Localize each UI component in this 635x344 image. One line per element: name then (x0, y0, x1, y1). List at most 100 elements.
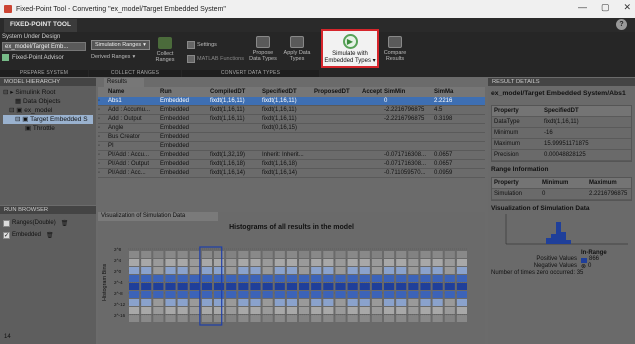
table-cell (260, 133, 312, 141)
histogram-bin (444, 307, 455, 314)
column-header[interactable]: ProposedDT (312, 87, 360, 97)
collect-ranges-button[interactable]: Collect Ranges (152, 37, 178, 63)
settings-button[interactable]: Settings (187, 41, 217, 49)
tree-item-ex-model[interactable]: ⊟ ▣ ex_model (3, 106, 93, 115)
histogram-bin (262, 307, 273, 314)
table-row[interactable]: ◦ Add : Accumu... Embedded fixdt(1,16,11) fi… (98, 106, 485, 115)
propose-data-types-button[interactable]: Propose Data Types (248, 36, 278, 62)
histogram-bin (323, 315, 334, 322)
table-row[interactable]: ◦ PI/Add : Accu... Embedded fixdt(1,32,19) I… (98, 151, 485, 160)
histogram-bin (432, 251, 443, 258)
simulation-ranges-select[interactable]: Simulation Ranges ▾ (91, 40, 150, 50)
trash-icon[interactable]: 🗑 (61, 220, 69, 227)
trash-icon[interactable]: 🗑 (46, 232, 54, 239)
model-hierarchy-title: MODEL HIERARCHY (0, 78, 96, 86)
histogram-bin (420, 275, 431, 282)
range-key: Simulation (494, 191, 523, 197)
derived-ranges-button[interactable]: Derived Ranges ▾ (91, 54, 135, 60)
compare-results-button[interactable]: Compare Results (382, 36, 408, 62)
checkbox[interactable] (3, 219, 10, 227)
histogram-bin (311, 315, 322, 322)
histogram-bin (226, 267, 237, 274)
table-cell (360, 151, 382, 159)
checkbox-checked[interactable]: ✓ (3, 231, 10, 239)
visualization-tab[interactable]: Visualization of Simulation Data (98, 212, 218, 221)
tree-item-throttle[interactable]: ▣ Throttle (3, 124, 93, 133)
table-row[interactable]: ◦ Abs1 Embedded fixdt(1,16,11) fixdt(1,16,11… (98, 97, 485, 106)
minimize-button[interactable]: — (578, 2, 587, 13)
table-cell: fixdt(1,16,11) (262, 98, 297, 104)
histogram-bin (214, 307, 225, 314)
histogram-bin (396, 315, 407, 322)
close-button[interactable]: ✕ (623, 2, 631, 13)
matlab-functions-button[interactable]: MATLAB Functions (187, 55, 244, 63)
table-cell: Embedded (160, 125, 190, 131)
histogram-bin (153, 251, 164, 258)
histogram-bin (201, 291, 212, 298)
table-row[interactable]: ◦ Angle Embedded fixdt(0,16,15) (98, 124, 485, 133)
histogram-bin (141, 283, 152, 290)
histogram-bin (299, 283, 310, 290)
column-header[interactable]: Accept (360, 87, 382, 97)
table-cell: 4.5 (434, 107, 443, 113)
histogram-bin (214, 299, 225, 306)
table-cell: -0.071716308... (384, 152, 427, 158)
apply-data-types-button[interactable]: Apply Data Types (282, 36, 312, 62)
column-header[interactable]: Name (106, 87, 158, 97)
table-row[interactable]: ◦ PI Embedded (98, 142, 485, 151)
histogram-bin (396, 291, 407, 298)
histogram-bin (165, 251, 176, 258)
collect-section: Simulation Ranges ▾ Derived Ranges ▾ Col… (89, 32, 181, 77)
histogram-bin (214, 283, 225, 290)
histogram-ytick: 2^4 (114, 258, 122, 263)
column-header[interactable]: SpecifiedDT (260, 87, 312, 97)
table-row[interactable]: ◦ Bus Creator Embedded (98, 133, 485, 142)
table-row[interactable]: ◦ PI/Add : Output Embedded fixdt(1,16,18) fi… (98, 160, 485, 169)
tab-fixed-point-tool[interactable]: FIXED-POINT TOOL (4, 19, 77, 32)
histogram-bin (274, 267, 285, 274)
histogram-bin (214, 291, 225, 298)
system-under-design-select[interactable]: ex_model/Target Emb... (2, 42, 86, 51)
tree-item-target-embedded[interactable]: ⊟ ▣ Target Embedded S (3, 115, 93, 124)
tree-item-simulink-root[interactable]: ⊟ ▸ Simulink Root (3, 88, 93, 97)
table-cell: Embedded (160, 134, 190, 140)
histogram-bin (384, 275, 395, 282)
app-icon (4, 5, 12, 13)
histogram-bin (165, 267, 176, 274)
histogram-bin (201, 307, 212, 314)
table-cell: 0.0959 (434, 170, 453, 176)
maximize-button[interactable]: ▢ (601, 2, 610, 13)
histogram-bin (456, 299, 467, 306)
histogram-bin (250, 267, 261, 274)
histogram-bin (408, 283, 419, 290)
histogram-bin (347, 275, 358, 282)
run-ranges-double[interactable]: Ranges(Double) 🗑 (0, 217, 96, 229)
table-cell: Embedded (160, 98, 190, 104)
properties-table: Property SpecifiedDT DataType fixdt(1,16,1… (491, 105, 632, 162)
tree-item-data-objects[interactable]: ▦ Data Objects (3, 97, 93, 106)
histogram-bin (177, 259, 188, 266)
range-header: Minimum (542, 180, 569, 186)
play-icon: ▶ (342, 34, 358, 49)
histogram-title: Histograms of all results in the model (229, 224, 354, 231)
column-header[interactable]: CompiledDT (208, 87, 260, 97)
histogram-bin (384, 251, 395, 258)
column-header[interactable]: Run (158, 87, 208, 97)
histogram-bin (250, 275, 261, 282)
histogram-chart[interactable]: Histogram Bins 2^8 2^4 2^0 2^-4 2^-8 2^-12 2^-1… (98, 231, 485, 336)
help-icon[interactable]: ? (616, 19, 627, 30)
histogram-bin (262, 275, 273, 282)
fixed-point-advisor-button[interactable]: Fixed-Point Advisor (2, 54, 86, 61)
table-row[interactable]: ◦ PI/Add : Acc... Embedded fixdt(1,16,14) fi… (98, 169, 485, 178)
table-row[interactable]: ◦ Add : Output Embedded fixdt(1,16,11) fixdt… (98, 115, 485, 124)
table-cell: -0.071716308... (384, 161, 427, 167)
simulate-with-embedded-types-button[interactable]: ▶ Simulate with Embedded Types ▾ (321, 29, 379, 68)
histogram-bin (311, 251, 322, 258)
column-header[interactable]: SimMa (432, 87, 457, 97)
histogram-bin (286, 267, 297, 274)
column-header[interactable]: SimMin (382, 87, 432, 97)
table-cell: -2.2216796875 (384, 116, 425, 122)
results-tab[interactable]: Results (104, 78, 144, 87)
run-embedded[interactable]: ✓ Embedded 🗑 (0, 229, 96, 241)
table-cell (360, 97, 382, 105)
